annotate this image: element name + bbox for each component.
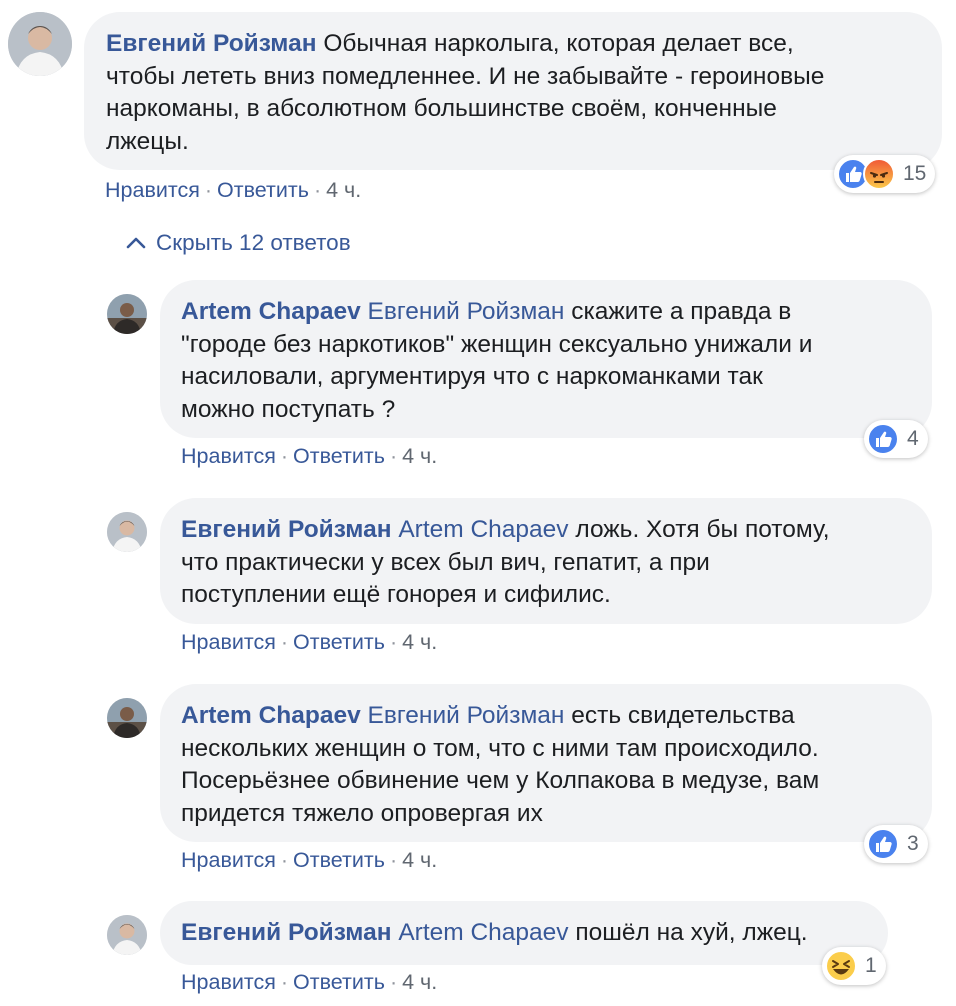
separator-dot: · [389, 848, 398, 872]
comment-line: насиловали, аргументируя что с наркоманк… [181, 363, 763, 390]
comment-line: "городе без наркотиков" женщин сексуальн… [181, 330, 813, 358]
comment-actions: Нравится · Ответить · 4 ч. [105, 178, 361, 203]
comment-author[interactable]: Artem Chapaev [181, 702, 361, 729]
comment-text: ложь. Хотя бы потому, [568, 516, 830, 543]
comment-bubble: Artem Chapaev Евгений Ройзман есть свиде… [160, 684, 932, 842]
angry-icon [863, 158, 895, 190]
comment-actions: Нравится · Ответить · 4 ч. [181, 848, 437, 873]
reactions-summary[interactable]: 1 [822, 947, 886, 985]
like-link[interactable]: Нравится [181, 444, 276, 468]
separator-dot: · [389, 444, 398, 468]
separator-dot: · [280, 848, 289, 872]
avatar-image [107, 698, 147, 738]
reply-link[interactable]: Ответить [293, 630, 385, 654]
comment-actions: Нравится · Ответить · 4 ч. [181, 630, 437, 655]
reactions-summary[interactable]: 4 [864, 420, 928, 458]
mention-link[interactable]: Евгений Ройзман [368, 298, 565, 325]
like-link[interactable]: Нравится [181, 630, 276, 654]
reactions-summary[interactable]: 3 [864, 825, 928, 863]
comment-text: есть свидетельства [564, 702, 795, 729]
timestamp[interactable]: 4 ч. [402, 630, 437, 654]
avatar[interactable] [107, 698, 147, 738]
avatar[interactable] [107, 512, 147, 552]
comment-bubble: Евгений Ройзман Artem Chapaev ложь. Хотя… [160, 498, 932, 624]
hide-replies-label: Скрыть 12 ответов [156, 230, 351, 255]
comment-line: наркоманы, в абсолютном большинстве своё… [106, 95, 777, 122]
comment-text: Обычная нарколыга, которая делает все, [316, 30, 794, 57]
avatar-image [107, 915, 147, 955]
comment-author[interactable]: Евгений Ройзман [106, 30, 317, 57]
comment-bubble: Евгений Ройзман Artem Chapaev пошёл на х… [160, 901, 888, 965]
reactions-summary[interactable]: 15 [834, 155, 936, 193]
like-link[interactable]: Нравится [181, 970, 276, 994]
comment-bubble: Евгений Ройзман Обычная нарколыга, котор… [84, 12, 942, 170]
like-link[interactable]: Нравится [105, 178, 200, 202]
separator-dot: · [204, 178, 213, 202]
comment-line: Евгений Ройзман Artem Chapaev ложь. Хотя… [181, 514, 912, 547]
timestamp[interactable]: 4 ч. [402, 444, 437, 468]
comment-line: что практически у всех был вич, гепатит,… [181, 548, 710, 576]
comment-text: скажите а правда в [564, 298, 792, 325]
reaction-count: 1 [865, 954, 877, 977]
mention-link[interactable]: Artem Chapaev [398, 919, 568, 946]
timestamp[interactable]: 4 ч. [402, 970, 437, 994]
separator-dot: · [280, 444, 289, 468]
reply-link[interactable]: Ответить [293, 848, 385, 872]
separator-dot: · [313, 178, 322, 202]
comment-actions: Нравится · Ответить · 4 ч. [181, 970, 437, 995]
comment-author[interactable]: Евгений Ройзман [181, 919, 392, 946]
separator-dot: · [389, 630, 398, 654]
comment-line: Евгений Ройзман Обычная нарколыга, котор… [106, 28, 922, 61]
comment-author[interactable]: Евгений Ройзман [181, 516, 392, 543]
avatar-image [107, 512, 147, 552]
comment-line: придется тяжело опровергая их [181, 799, 543, 827]
reply-link[interactable]: Ответить [217, 178, 309, 202]
comment-line: Евгений Ройзман Artem Chapaev пошёл на х… [181, 917, 868, 950]
comment-line: нескольких женщин о том, что с ними там … [181, 734, 819, 762]
like-link[interactable]: Нравится [181, 848, 276, 872]
haha-icon [825, 950, 857, 982]
comment-text: пошёл на хуй, лжец. [568, 919, 808, 946]
chevron-up-icon [126, 230, 146, 256]
avatar[interactable] [107, 915, 147, 955]
comment-line: Artem Chapaev Евгений Ройзман скажите а … [181, 296, 912, 329]
separator-dot: · [280, 630, 289, 654]
like-icon [867, 423, 899, 455]
separator-dot: · [280, 970, 289, 994]
reaction-count: 15 [903, 162, 927, 185]
reply-link[interactable]: Ответить [293, 970, 385, 994]
comment-line: лжецы. [106, 127, 189, 155]
reaction-count: 3 [907, 832, 919, 855]
timestamp[interactable]: 4 ч. [402, 848, 437, 872]
comment-actions: Нравится · Ответить · 4 ч. [181, 444, 437, 469]
avatar[interactable] [107, 294, 147, 334]
mention-link[interactable]: Евгений Ройзман [368, 702, 565, 729]
comment-author[interactable]: Artem Chapaev [181, 298, 361, 325]
comment-line: поступлении ещё гонорея и сифилис. [181, 581, 611, 608]
mention-link[interactable]: Artem Chapaev [398, 516, 568, 543]
avatar[interactable] [8, 12, 72, 76]
comment-line: можно поступать ? [181, 395, 396, 423]
reply-link[interactable]: Ответить [293, 444, 385, 468]
timestamp[interactable]: 4 ч. [326, 178, 361, 202]
comment-bubble: Artem Chapaev Евгений Ройзман скажите а … [160, 280, 932, 438]
hide-replies-link[interactable]: Скрыть 12 ответов [126, 230, 351, 256]
separator-dot: · [389, 970, 398, 994]
comment-line: Посерьёзнее обвинение чем у Колпакова в … [181, 767, 820, 794]
avatar-image [8, 12, 72, 76]
reaction-count: 4 [907, 427, 919, 450]
comment-line: Artem Chapaev Евгений Ройзман есть свиде… [181, 700, 912, 733]
like-icon [867, 828, 899, 860]
avatar-image [107, 294, 147, 334]
comment-line: чтобы лететь вниз помедленнее. И не забы… [106, 62, 825, 90]
